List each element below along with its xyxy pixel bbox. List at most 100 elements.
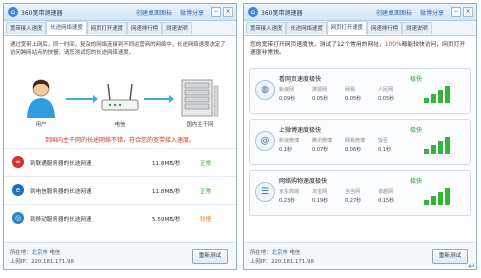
- tab-help[interactable]: 测速说明: [162, 22, 192, 34]
- telecom-icon: e: [12, 184, 24, 196]
- card-title: 上微博速度极快: [279, 127, 322, 134]
- isp-name: 电信: [49, 250, 61, 256]
- card-status: 极快: [410, 76, 423, 83]
- isp-row-speed: 5.59MB/秒: [152, 217, 181, 223]
- site-name: 网易微博: [345, 138, 366, 144]
- speedtest-window-long-distance: ⌂ 360宽带测速器 创建桌面图标 微博分享 – × 宽带接入速度 长途网络速度 网页…: [3, 3, 237, 270]
- retest-button[interactable]: 重新测试: [192, 249, 228, 264]
- site-time: 0.06秒: [345, 147, 362, 153]
- site-name: 淘宝网: [312, 189, 328, 195]
- title-bar: ⌂ 360宽带测速器 创建桌面图标 微博分享 – ×: [4, 4, 236, 21]
- tab-access-speed[interactable]: 宽带接入速度: [6, 22, 47, 34]
- tab-webpage-speed[interactable]: 网页打开速度: [86, 22, 128, 34]
- site-metric: 饭否 0.1秒: [378, 137, 408, 153]
- site-time: 0.09秒: [279, 96, 296, 102]
- signal-bar: [431, 196, 436, 205]
- site-metric: 网易微博 0.06秒: [345, 137, 375, 153]
- retest-button[interactable]: 重新测试: [432, 249, 468, 264]
- footer: 所在地：北京市 电信 上网IP：220.181.171.98 重新测试: [244, 242, 476, 269]
- isp-row-state: 正常: [200, 161, 212, 167]
- site-time: 0.27秒: [345, 198, 362, 204]
- tab-help[interactable]: 测速说明: [402, 22, 432, 34]
- close-icon[interactable]: ×: [463, 7, 473, 17]
- signal-bar: [431, 94, 436, 103]
- intro-highlight: 100%: [384, 42, 402, 48]
- site-speed-card: ☰ 网络购物速度极快 极快 京东商城 0.23秒 淘宝网 0.19秒 当当网 0.27秒 卓越网 0…: [249, 170, 471, 216]
- site-name: 人民网: [378, 87, 394, 93]
- ip-address: 上网IP：220.181.171.98: [10, 259, 74, 265]
- isp-row: e 到电信服务器的长途网速 11.8MB/秒 正常: [4, 176, 236, 204]
- signal-bar: [445, 137, 450, 154]
- intro-text: 您的宽带打开网页速度快，测试了12个常用的网址，100%都能较快访问，网页打开速…: [244, 36, 476, 68]
- site-metric: 京东商城 0.23秒: [279, 188, 309, 204]
- site-time: 0.05秒: [345, 96, 362, 102]
- user-label: 用户: [35, 122, 47, 128]
- tab-bar: 宽带接入速度 长途网络速度 网页打开速度 网速排行榜 测速说明: [244, 21, 476, 36]
- site-metric: 新浪微博 0.1秒: [279, 137, 309, 153]
- intro-text: 通过宽带上网后，同一时间，复杂的网络连接到不同运营商的网络中，长途网络速度决定了…: [10, 42, 226, 56]
- app-title: 360宽带测速器: [261, 10, 303, 17]
- intro-pre: 您的宽带打开网页速度快，测试了12个常用的网址，: [250, 42, 385, 48]
- site-speed-card: ◍ 看网页速度极快 极快 新浪网 0.09秒 搜狐网 0.05秒 网易 0.05秒 人民网 0.05…: [249, 68, 471, 114]
- signal-bar: [445, 86, 450, 103]
- isp-row-state: 较慢: [200, 217, 212, 223]
- signal-bar: [445, 188, 450, 205]
- tab-ranking[interactable]: 网速排行榜: [367, 22, 403, 34]
- modem-label: 电信: [114, 122, 126, 128]
- site-metric: 腾讯微博 0.07秒: [312, 137, 342, 153]
- arrow-modem-to-servers: [144, 95, 174, 103]
- card-title: 看网页速度极快: [279, 76, 322, 83]
- site-name: 卓越网: [378, 189, 394, 195]
- signal-bar: [438, 90, 443, 103]
- app-title: 360宽带测速器: [21, 10, 63, 17]
- weibo-share-link[interactable]: 微博分享: [420, 10, 444, 17]
- site-card-list: ◍ 看网页速度极快 极快 新浪网 0.09秒 搜狐网 0.05秒 网易 0.05秒 人民网 0.05…: [244, 68, 476, 216]
- site-speed-card: @ 上微博速度极快 极快 新浪微博 0.1秒 腾讯微博 0.07秒 网易微博 0.06秒 饭否 0.…: [249, 119, 471, 165]
- site-metric: 卓越网 0.15秒: [378, 188, 408, 204]
- tab-long-distance-speed[interactable]: 长途网络速度: [46, 21, 87, 35]
- site-name: 搜狐网: [312, 87, 328, 93]
- location-link[interactable]: 北京市: [272, 250, 288, 256]
- site-time: 0.07秒: [312, 147, 329, 153]
- site-metric: 淘宝网 0.19秒: [312, 188, 342, 204]
- servers-label: 国内主干网: [186, 122, 214, 128]
- signal-bar: [438, 141, 443, 154]
- location-link[interactable]: 北京市: [32, 250, 48, 256]
- create-desktop-icon-link[interactable]: 创建桌面图标: [136, 10, 172, 17]
- network-diagram: 用户 电信 国内主干网: [4, 74, 236, 132]
- signal-strength-icon: [424, 137, 452, 154]
- speedtest-window-webpage: ⌂ 360宽带测速器 创建桌面图标 微博分享 – × 宽带接入速度 长途网络速度 网页…: [243, 3, 477, 270]
- return-arrow-icon: ↵: [468, 262, 476, 272]
- create-desktop-icon-link[interactable]: 创建桌面图标: [376, 10, 412, 17]
- minimize-icon[interactable]: –: [211, 7, 221, 17]
- signal-bar: [424, 98, 429, 103]
- site-name: 京东商城: [279, 189, 300, 195]
- tab-bar: 宽带接入速度 长途网络速度 网页打开速度 网速排行榜 测速说明: [4, 21, 236, 36]
- site-time: 0.1秒: [378, 147, 391, 153]
- mobile-icon: ◎: [12, 212, 24, 224]
- arrow-user-to-modem: [66, 95, 98, 103]
- isp-name: 电信: [289, 250, 301, 256]
- site-time: 0.23秒: [279, 198, 296, 204]
- tab-long-distance-speed[interactable]: 长途网络速度: [286, 22, 327, 34]
- at-icon: @: [255, 131, 275, 151]
- router-icon: [101, 83, 139, 111]
- user-icon: [27, 79, 55, 118]
- signal-bar: [424, 149, 429, 154]
- site-time: 0.05秒: [312, 96, 329, 102]
- tab-access-speed[interactable]: 宽带接入速度: [246, 22, 287, 34]
- unicom-icon: ∞: [12, 156, 24, 168]
- site-name: 当当网: [345, 189, 361, 195]
- site-time: 0.05秒: [378, 96, 395, 102]
- close-icon[interactable]: ×: [223, 7, 233, 17]
- tab-ranking[interactable]: 网速排行榜: [127, 22, 163, 34]
- app-logo-icon: ⌂: [8, 7, 18, 17]
- location-prefix: 所在地：: [10, 250, 32, 256]
- site-metric: 当当网 0.27秒: [345, 188, 375, 204]
- site-time: 0.15秒: [378, 198, 395, 204]
- minimize-icon[interactable]: –: [451, 7, 461, 17]
- tab-webpage-speed[interactable]: 网页打开速度: [326, 21, 368, 35]
- footer: 所在地：北京市 电信 上网IP：220.181.171.98 重新测试: [4, 242, 236, 269]
- weibo-share-link[interactable]: 微博分享: [180, 10, 204, 17]
- site-name: 新浪微博: [279, 138, 300, 144]
